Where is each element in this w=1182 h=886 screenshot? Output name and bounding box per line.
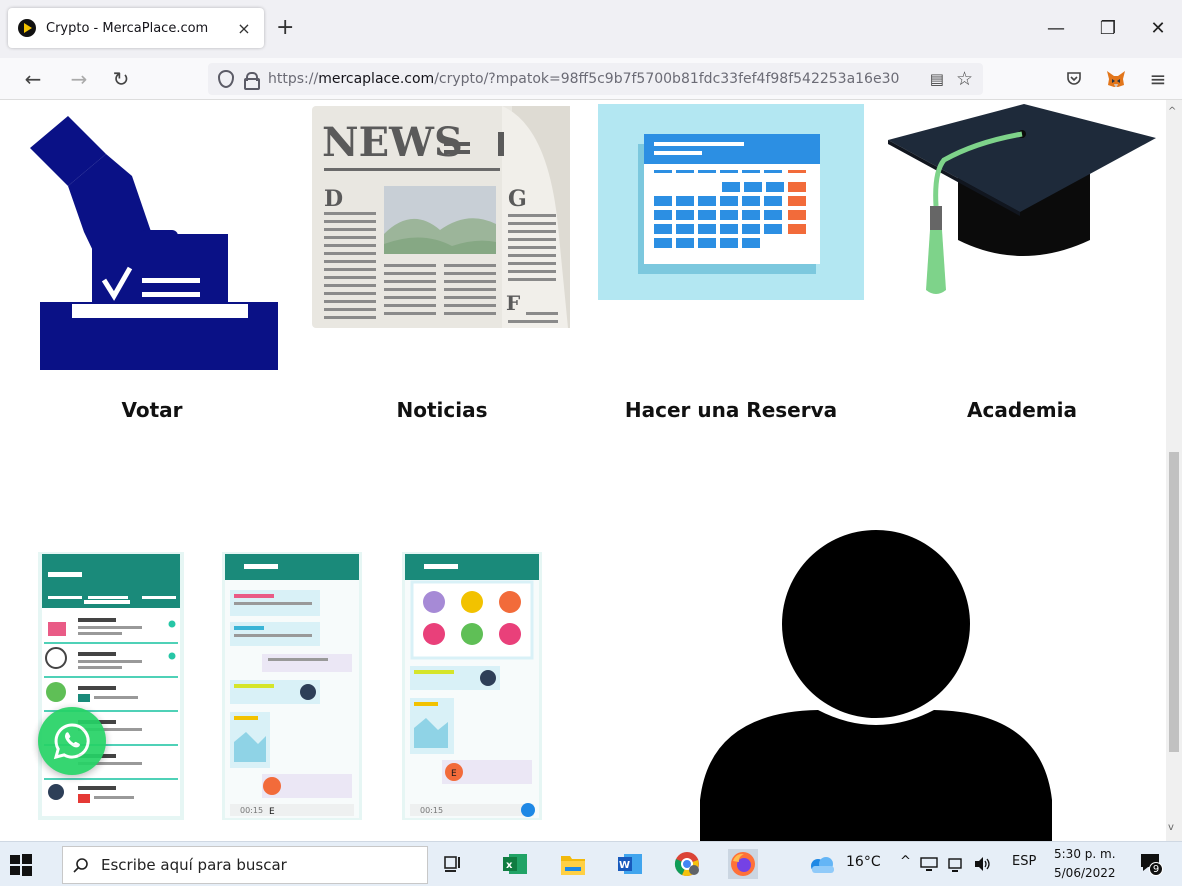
voice-timer-2: 00:15: [420, 806, 443, 815]
url-prefix: https://: [268, 71, 319, 87]
windows-taskbar: Escribe aquí para buscar x W 16°C ^ ESP …: [0, 841, 1182, 886]
chat-conversation-phone-illustration: 00:15 E: [222, 552, 362, 820]
browser-nav-bar: ← → ↻ https://mercaplace.com/crypto/?mpa…: [0, 58, 1182, 100]
close-window-icon[interactable]: ✕: [1138, 14, 1178, 44]
metamask-fox-icon[interactable]: [1106, 69, 1126, 89]
meet-now-icon[interactable]: [948, 856, 964, 874]
whatsapp-chat-button[interactable]: [38, 707, 106, 775]
graduation-cap-icon: [888, 104, 1156, 294]
site-favicon-icon: [18, 19, 36, 37]
back-icon[interactable]: ←: [20, 66, 46, 92]
calendar-icon: [598, 104, 864, 300]
taskbar-search-box[interactable]: Escribe aquí para buscar: [62, 846, 428, 884]
windows-start-icon[interactable]: [10, 854, 32, 876]
url-path: /crypto/?mpatok=98ff5c9b7f5700b81fdc33fe…: [434, 71, 900, 87]
forward-icon[interactable]: →: [66, 66, 92, 92]
tab-title: Crypto - MercaPlace.com: [46, 20, 209, 36]
svg-text:NEWS: NEWS: [322, 119, 463, 166]
scrollbar-thumb[interactable]: [1169, 452, 1179, 752]
notification-count: 9: [1149, 862, 1163, 876]
reload-icon[interactable]: ↻: [108, 66, 134, 92]
page-content: Votar NEWS D G F Noticias Hacer una Rese…: [0, 100, 1166, 841]
pocket-icon[interactable]: [1066, 71, 1082, 87]
voice-badge-letter-1: E: [269, 807, 275, 817]
chat-attachments-phone-illustration: 00:15 E: [402, 552, 542, 820]
card-label-academia: Academia: [967, 398, 1077, 422]
svg-text:D: D: [324, 186, 343, 212]
firefox-app-icon[interactable]: [728, 849, 758, 879]
ballot-box-icon: [30, 116, 278, 370]
voice-timer-1: 00:15: [240, 806, 263, 815]
newspaper-icon: NEWS D G F: [312, 106, 570, 328]
tray-chevron-icon[interactable]: ^: [900, 854, 911, 869]
card-label-votar: Votar: [121, 398, 183, 422]
svg-text:G: G: [508, 186, 527, 212]
reader-view-icon[interactable]: ▤: [930, 70, 944, 88]
browser-tab-strip: Crypto - MercaPlace.com × + — ❐ ✕: [0, 0, 1182, 58]
card-label-noticias: Noticias: [396, 398, 488, 422]
whatsapp-icon: [53, 723, 90, 760]
chrome-app-icon[interactable]: [672, 849, 702, 879]
volume-icon[interactable]: [974, 856, 992, 872]
tracking-shield-icon[interactable]: [218, 70, 234, 88]
file-explorer-icon[interactable]: [558, 849, 588, 879]
app-menu-icon[interactable]: ≡: [1145, 66, 1171, 92]
user-avatar-icon: [700, 530, 1052, 841]
lock-icon[interactable]: [244, 72, 260, 90]
url-host: mercaplace.com: [318, 71, 435, 87]
minimize-icon[interactable]: —: [1036, 14, 1076, 44]
network-icon[interactable]: [920, 857, 938, 873]
taskbar-search-placeholder: Escribe aquí para buscar: [101, 856, 287, 874]
url-bar[interactable]: https://mercaplace.com/crypto/?mpatok=98…: [208, 63, 983, 95]
chat-list-phone-illustration: [38, 552, 184, 820]
word-app-icon[interactable]: W: [615, 849, 645, 879]
weather-temperature[interactable]: 16°C: [846, 854, 881, 870]
clock-time: 5:30 p. m.: [1054, 847, 1116, 861]
new-tab-icon[interactable]: +: [276, 17, 294, 39]
page-scrollbar[interactable]: ^ v: [1166, 100, 1182, 841]
scroll-down-icon[interactable]: v: [1168, 822, 1174, 833]
language-indicator[interactable]: ESP: [1012, 854, 1036, 869]
voice-badge-letter-2: E: [451, 769, 457, 779]
restore-icon[interactable]: ❐: [1088, 14, 1128, 44]
clock-date: 5/06/2022: [1054, 866, 1116, 880]
excel-app-icon[interactable]: x: [500, 849, 530, 879]
search-icon: [73, 858, 88, 873]
svg-text:F: F: [506, 291, 520, 315]
scroll-up-icon[interactable]: ^: [1168, 106, 1176, 117]
weather-cloud-icon[interactable]: [808, 856, 836, 874]
browser-tab[interactable]: Crypto - MercaPlace.com ×: [8, 8, 264, 48]
tab-close-icon[interactable]: ×: [234, 19, 254, 38]
card-label-reserva: Hacer una Reserva: [624, 398, 838, 422]
notifications-button[interactable]: 9: [1140, 852, 1164, 876]
task-view-icon[interactable]: [438, 849, 468, 879]
url-text[interactable]: https://mercaplace.com/crypto/?mpatok=98…: [268, 71, 924, 87]
svg-text:W: W: [619, 860, 630, 871]
taskbar-clock[interactable]: 5:30 p. m. 5/06/2022: [1054, 845, 1116, 883]
bookmark-star-icon[interactable]: ☆: [956, 68, 973, 90]
svg-text:x: x: [506, 860, 513, 871]
